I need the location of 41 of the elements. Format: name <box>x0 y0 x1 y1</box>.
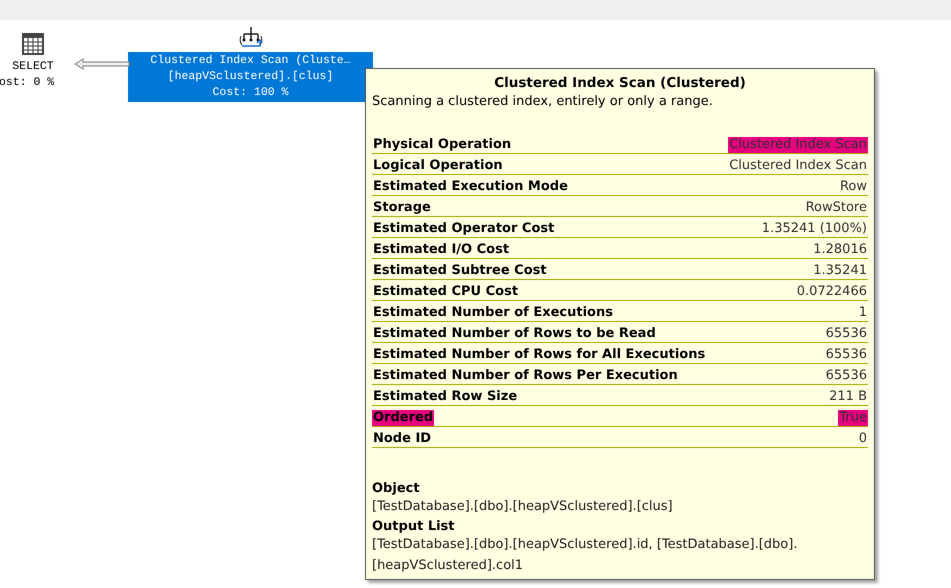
property-name: Estimated Operator Cost <box>372 221 556 237</box>
property-name: Estimated CPU Cost <box>372 284 520 300</box>
property-name: Estimated Number of Executions <box>372 305 614 321</box>
table-icon[interactable] <box>22 33 44 55</box>
property-value: 65536 <box>824 326 868 342</box>
property-name: Estimated Subtree Cost <box>372 263 548 279</box>
tooltip-title: Clustered Index Scan (Clustered) <box>493 75 747 91</box>
index-scan-icon[interactable] <box>238 26 262 48</box>
property-name: Estimated Number of Rows for All Executions <box>372 347 706 363</box>
section-text: [TestDatabase].[dbo].[heapVSclustered].[clus] <box>372 498 674 516</box>
property-value: Clustered Index Scan <box>728 137 868 153</box>
property-name: Ordered <box>372 410 434 426</box>
property-value: RowStore <box>804 200 868 216</box>
flow-arrow <box>74 58 130 70</box>
property-name: Estimated Number of Rows Per Execution <box>372 368 679 384</box>
property-value: 1.35241 (100%) <box>760 221 868 237</box>
operator-label[interactable]: Clustered Index Scan (Cluste… [heapVSclustered].[clus] Cost: 100 % <box>128 52 373 102</box>
property-name: Physical Operation <box>372 137 512 153</box>
tooltip-description: Scanning a clustered index, entirely or only a range. <box>372 94 714 109</box>
property-name: Node ID <box>372 431 432 447</box>
property-value: Clustered Index Scan <box>728 158 868 174</box>
property-value: Row <box>838 179 868 195</box>
property-value: 211 B <box>828 389 868 405</box>
property-name: Estimated Row Size <box>372 389 518 405</box>
property-value: 0 <box>858 431 868 447</box>
property-name: Estimated Execution Mode <box>372 179 569 195</box>
property-value: 1.35241 <box>812 263 868 279</box>
property-value: 0.0722466 <box>796 284 868 300</box>
property-name: Estimated I/O Cost <box>372 242 510 258</box>
section-heading: Output List <box>372 519 456 534</box>
property-name: Storage <box>372 200 432 216</box>
property-value: 1 <box>858 305 868 321</box>
section-text: [TestDatabase].[dbo].[heapVSclustered].id, [TestDatabase].[dbo].[heapVSclustered].col1 <box>372 536 798 575</box>
property-name: Logical Operation <box>372 158 504 174</box>
property-name: Estimated Number of Rows to be Read <box>372 326 657 342</box>
property-value: 65536 <box>824 368 868 384</box>
operator-label[interactable]: SELECT ost: 0 % <box>0 58 66 92</box>
property-value: 1.28016 <box>812 242 868 258</box>
section-heading: Object <box>372 481 421 496</box>
property-value: True <box>838 410 868 426</box>
property-value: 65536 <box>824 347 868 363</box>
